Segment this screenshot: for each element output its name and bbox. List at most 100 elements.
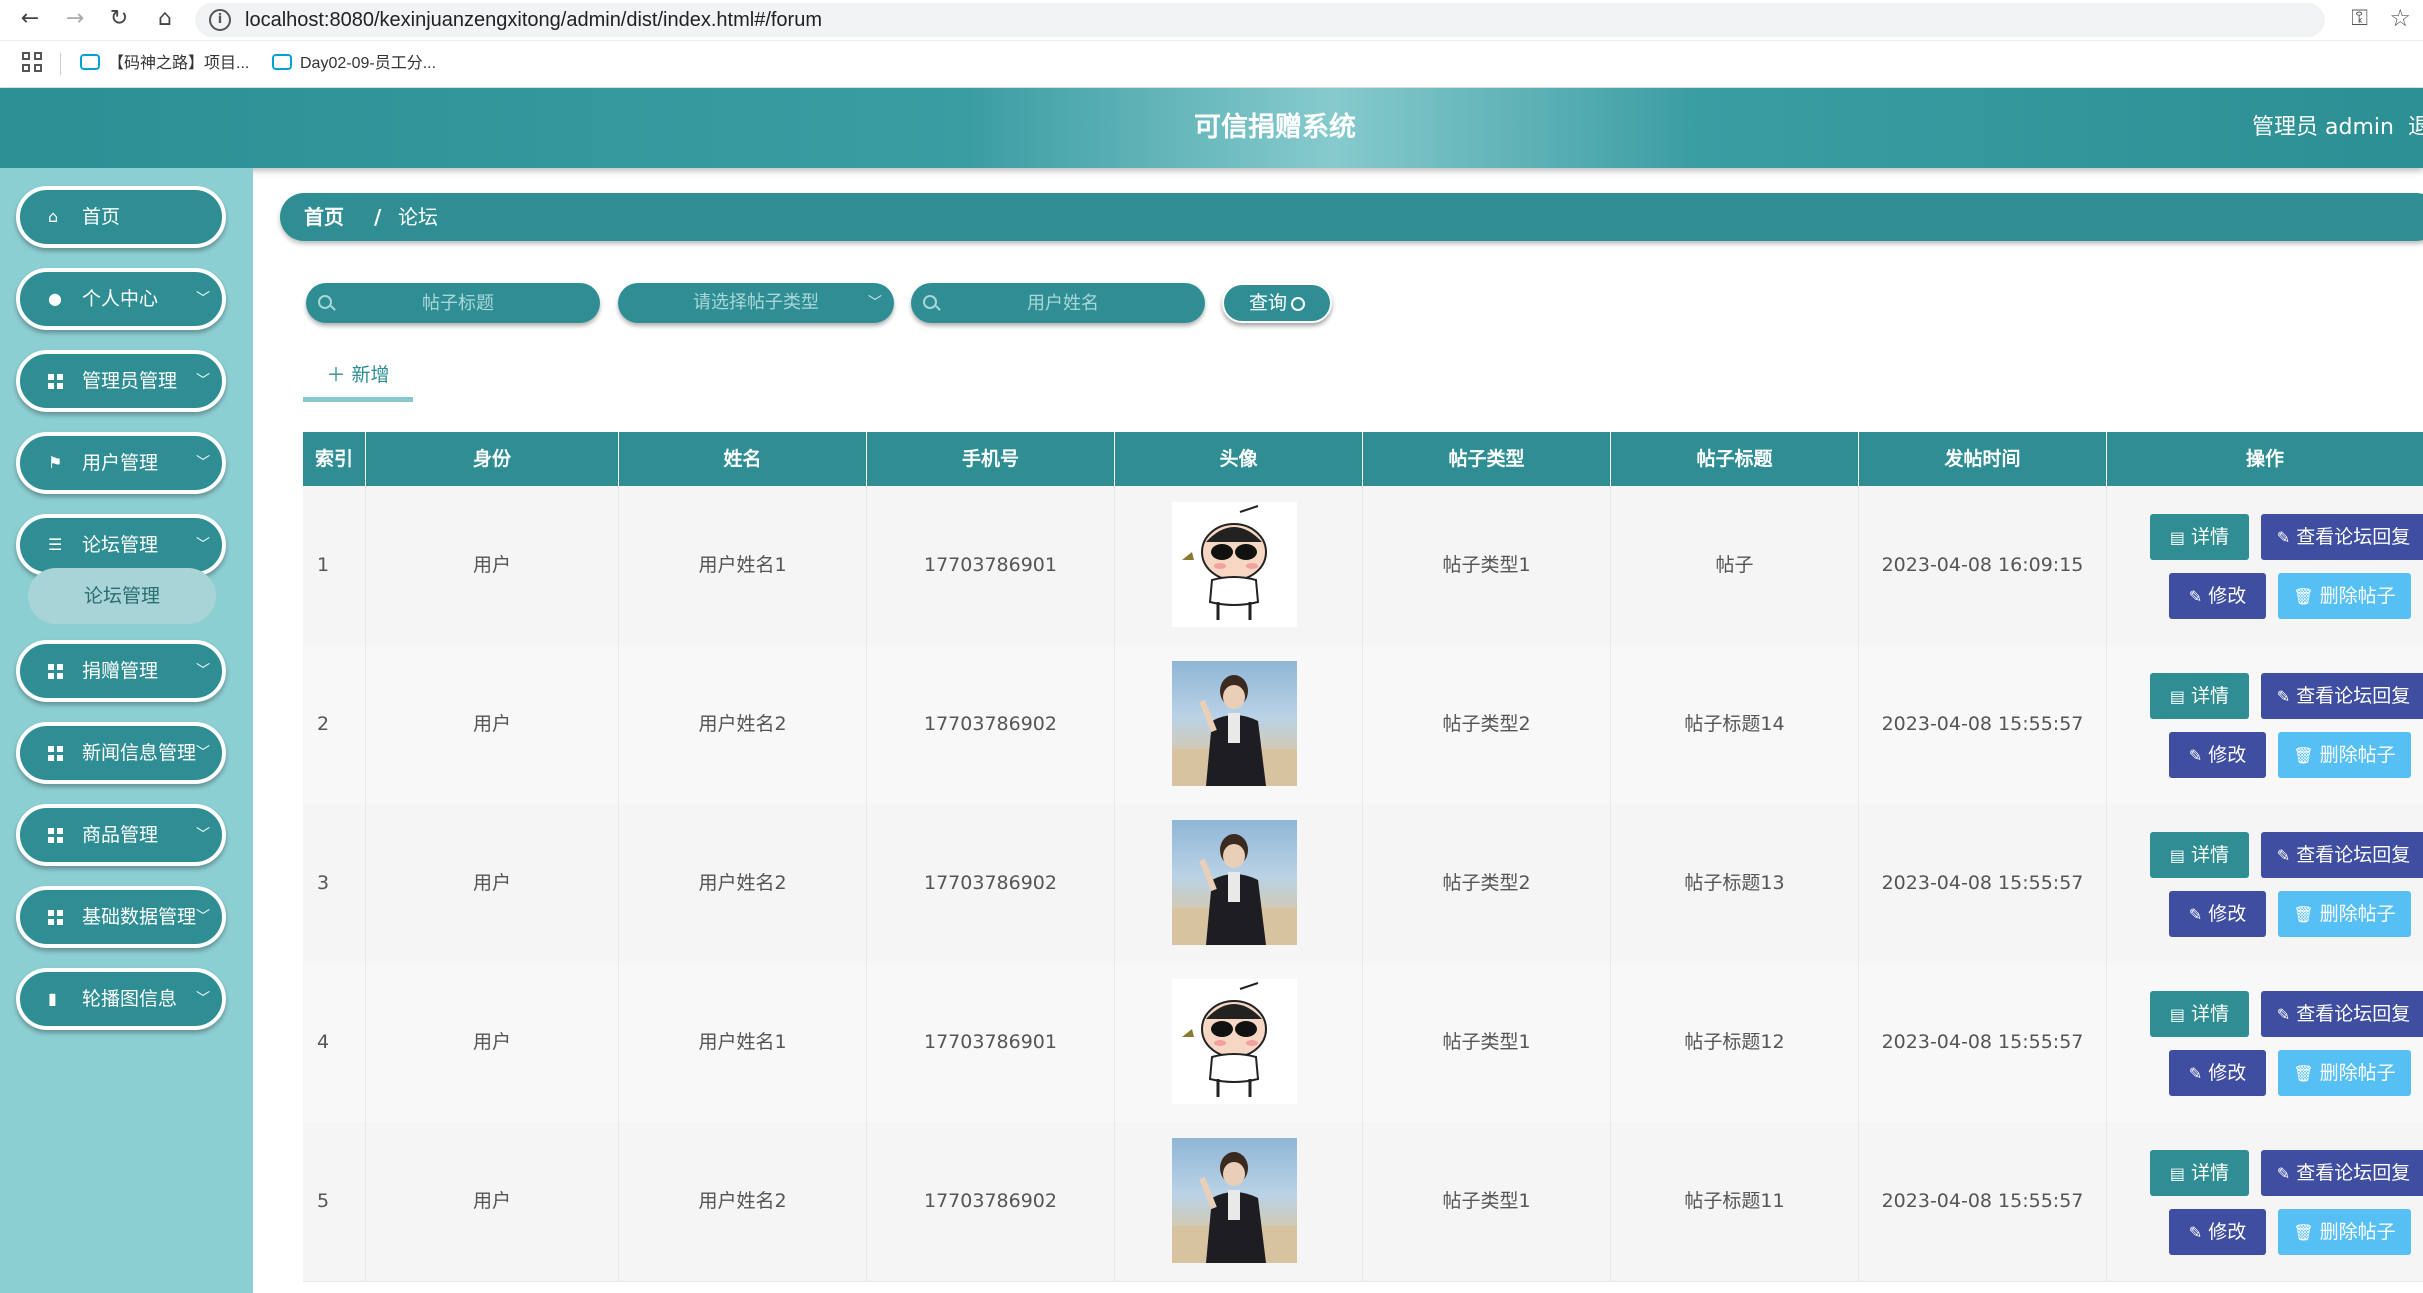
- cell-role: 用户: [366, 486, 619, 645]
- admin-label: 管理员 admin: [2252, 115, 2394, 140]
- chevron-down-icon: ﹀: [196, 537, 210, 553]
- forward-icon[interactable]: →: [60, 4, 90, 34]
- detail-button[interactable]: ▤ 详情: [2150, 991, 2249, 1037]
- column-header-role: 身份: [366, 432, 619, 486]
- logout-link[interactable]: 退: [2408, 88, 2423, 168]
- avatar[interactable]: [1172, 661, 1297, 786]
- delete-post-button[interactable]: 🗑 删除帖子: [2278, 1050, 2411, 1096]
- detail-button-label: 详情: [2191, 526, 2230, 548]
- edit-button[interactable]: ✎ 修改: [2169, 573, 2266, 619]
- delete-post-button[interactable]: 🗑 删除帖子: [2278, 573, 2411, 619]
- avatar[interactable]: [1172, 502, 1297, 627]
- chevron-down-icon: ﹀: [196, 663, 210, 679]
- pencil-icon: ✎: [2276, 1005, 2291, 1024]
- reload-icon[interactable]: ↻: [104, 4, 134, 34]
- site-info-icon[interactable]: i: [209, 9, 231, 31]
- star-icon[interactable]: ☆: [2389, 4, 2411, 32]
- detail-button[interactable]: ▤ 详情: [2150, 514, 2249, 560]
- sidebar-item-personal-center[interactable]: ● 个人中心 ﹀: [16, 268, 226, 330]
- document-icon: ▤: [2169, 1164, 2186, 1183]
- title-search-input[interactable]: [342, 283, 574, 323]
- sidebar-item-user-management[interactable]: ⚑ 用户管理 ﹀: [16, 432, 226, 494]
- trash-icon: 🗑: [2293, 746, 2314, 765]
- key-icon[interactable]: ⚿: [2351, 6, 2368, 31]
- cell-name: 用户姓名1: [619, 486, 867, 645]
- address-bar[interactable]: i localhost:8080/kexinjuanzengxitong/adm…: [195, 3, 2325, 37]
- pencil-icon: ✎: [2188, 1064, 2203, 1083]
- breadcrumb-home[interactable]: 首页: [304, 193, 344, 241]
- cell-post-type: 帖子类型2: [1363, 645, 1611, 804]
- avatar[interactable]: [1172, 979, 1297, 1104]
- cell-post-time: 2023-04-08 15:55:57: [1859, 1122, 2107, 1281]
- app-title: 可信捐赠系统: [1194, 112, 1356, 143]
- username-search-input[interactable]: [947, 283, 1179, 323]
- view-reply-button[interactable]: ✎ 查看论坛回复: [2261, 673, 2423, 719]
- cell-role: 用户: [366, 963, 619, 1122]
- sidebar-item-basic-data-management[interactable]: 基础数据管理 ﹀: [16, 886, 226, 948]
- cell-phone: 17703786902: [867, 645, 1115, 804]
- cell-name: 用户姓名1: [619, 963, 867, 1122]
- browser-toolbar: ← → ↻ ⌂ i localhost:8080/kexinjuanzengxi…: [0, 0, 2423, 41]
- detail-button[interactable]: ▤ 详情: [2150, 673, 2249, 719]
- flag-icon: ⚑: [48, 453, 63, 472]
- cell-actions: [2107, 963, 2423, 1122]
- view-reply-button[interactable]: ✎ 查看论坛回复: [2261, 991, 2423, 1037]
- sidebar-item-home[interactable]: ⌂ 首页: [16, 186, 226, 248]
- trash-icon: 🗑: [2293, 1223, 2314, 1242]
- view-reply-button-label: 查看论坛回复: [2296, 1162, 2411, 1184]
- plus-icon: ＋: [326, 364, 352, 386]
- column-header-post-type: 帖子类型: [1363, 432, 1611, 486]
- view-reply-button[interactable]: ✎ 查看论坛回复: [2261, 832, 2423, 878]
- url-text[interactable]: localhost:8080/kexinjuanzengxitong/admin…: [245, 3, 822, 37]
- document-icon: ▤: [2169, 846, 2186, 865]
- bookmark-item[interactable]: 【码神之路】项目...: [80, 41, 249, 87]
- grid-icon: [48, 726, 63, 780]
- detail-button-label: 详情: [2191, 685, 2230, 707]
- cell-post-title: 帖子标题14: [1611, 645, 1859, 804]
- sidebar-subitem-forum-management[interactable]: 论坛管理: [28, 568, 216, 624]
- sidebar-item-goods-management[interactable]: 商品管理 ﹀: [16, 804, 226, 866]
- delete-post-button[interactable]: 🗑 删除帖子: [2278, 891, 2411, 937]
- sidebar-item-news-management[interactable]: 新闻信息管理 ﹀: [16, 722, 226, 784]
- avatar[interactable]: [1172, 820, 1297, 945]
- cell-role: 用户: [366, 645, 619, 804]
- edit-button[interactable]: ✎ 修改: [2169, 732, 2266, 778]
- avatar[interactable]: [1172, 1138, 1297, 1263]
- pencil-icon: ✎: [2188, 905, 2203, 924]
- post-type-select[interactable]: 请选择帖子类型 ﹀: [618, 283, 894, 323]
- cell-actions: [2107, 645, 2423, 804]
- detail-button[interactable]: ▤ 详情: [2150, 832, 2249, 878]
- column-header-name: 姓名: [619, 432, 867, 486]
- home-browser-icon[interactable]: ⌂: [150, 4, 180, 34]
- edit-button[interactable]: ✎ 修改: [2169, 1050, 2266, 1096]
- sidebar-item-donation-management[interactable]: 捐赠管理 ﹀: [16, 640, 226, 702]
- delete-post-button[interactable]: 🗑 删除帖子: [2278, 732, 2411, 778]
- cell-post-type: 帖子类型1: [1363, 1122, 1611, 1281]
- view-reply-button[interactable]: ✎ 查看论坛回复: [2261, 514, 2423, 560]
- cell-name: 用户姓名2: [619, 1122, 867, 1281]
- edit-button[interactable]: ✎ 修改: [2169, 891, 2266, 937]
- column-header-actions: 操作: [2245, 448, 2284, 470]
- detail-button[interactable]: ▤ 详情: [2150, 1150, 2249, 1196]
- edit-button[interactable]: ✎ 修改: [2169, 1209, 2266, 1255]
- sidebar-item-admin-management[interactable]: 管理员管理 ﹀: [16, 350, 226, 412]
- detail-button-label: 详情: [2191, 1003, 2230, 1025]
- delete-post-button[interactable]: 🗑 删除帖子: [2278, 1209, 2411, 1255]
- query-button[interactable]: 查询: [1222, 283, 1332, 323]
- back-icon[interactable]: ←: [15, 4, 45, 34]
- grid-icon: [48, 890, 63, 944]
- bookmark-item[interactable]: Day02-09-员工分...: [272, 41, 436, 87]
- view-reply-button[interactable]: ✎ 查看论坛回复: [2261, 1150, 2423, 1196]
- bookmark-bar: 【码神之路】项目... Day02-09-员工分...: [0, 41, 2423, 88]
- cell-post-title: 帖子标题12: [1611, 963, 1859, 1122]
- apps-icon[interactable]: [22, 52, 44, 74]
- username-search-field[interactable]: [911, 283, 1205, 323]
- title-search-field[interactable]: [306, 283, 600, 323]
- cell-phone: 17703786901: [867, 486, 1115, 645]
- sidebar-item-carousel-info[interactable]: ▮ 轮播图信息 ﹀: [16, 968, 226, 1030]
- chevron-down-icon: ﹀: [868, 295, 882, 311]
- cell-post-title: 帖子: [1611, 486, 1859, 645]
- sidebar-item-forum-management[interactable]: ☰ 论坛管理 ﹀: [16, 514, 226, 576]
- grid-icon: [48, 808, 63, 862]
- add-button[interactable]: ＋ 新增: [303, 358, 413, 402]
